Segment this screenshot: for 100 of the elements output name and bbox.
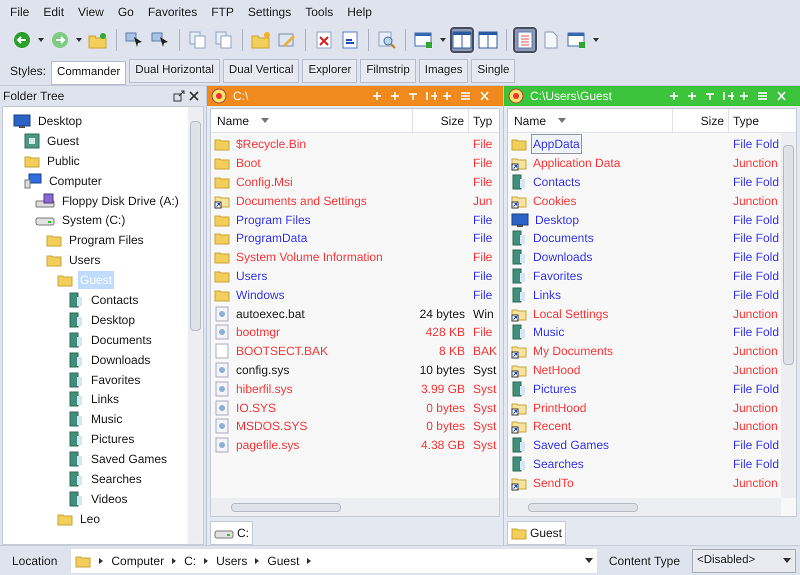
file-name[interactable]: Music [531,322,566,342]
tree-item[interactable]: Searches [89,470,144,488]
tree-item[interactable]: Favorites [89,370,142,389]
dual-pane-button[interactable] [450,27,474,53]
tree-item[interactable]: Contacts [89,290,140,309]
file-name[interactable]: Links [531,284,564,305]
tree-item[interactable]: Pictures [89,430,136,448]
file-type: File [472,174,494,191]
style-tab[interactable]: Explorer [302,59,358,83]
content-type-select[interactable]: <Disabled> [692,548,796,572]
menu-item[interactable]: Settings [248,3,292,21]
file-type: File Fold [732,286,780,304]
copy-icon [215,31,233,49]
file-type: Junction [732,192,779,210]
horizontal-scrollbar[interactable] [211,498,499,516]
window-icon [414,31,434,49]
menu-item[interactable]: Edit [43,3,64,21]
column-header[interactable]: Size [413,109,469,132]
tree-item[interactable]: Computer [47,172,104,190]
close-icon[interactable] [189,91,199,101]
tree-item[interactable]: Users [67,251,102,270]
tree-item[interactable]: Saved Games [89,450,170,468]
style-tab[interactable]: Filmstrip [360,59,416,83]
file-type: File Fold [732,268,780,285]
tree-item[interactable]: Guest [45,132,82,150]
vertical-scrollbar[interactable] [781,133,796,498]
tree-item[interactable]: Desktop [89,310,138,329]
column-header[interactable]: Name [508,112,558,130]
file-type: File Fold [732,174,780,191]
breadcrumb-arrow-icon[interactable] [172,558,176,564]
breadcrumb-arrow-icon[interactable] [307,558,312,564]
menu-item[interactable]: Favorites [148,3,198,21]
file-type: File [472,230,494,248]
breadcrumb[interactable]: C: [184,552,196,570]
tree-item[interactable]: Floppy Disk Drive (A:) [60,192,181,210]
style-tab[interactable]: Commander [51,61,126,85]
breadcrumb[interactable]: Computer [111,552,164,570]
file-size: 8 KB [438,343,466,360]
file-name[interactable]: Program Files [234,210,313,230]
column-header[interactable]: Type [729,112,781,130]
tree-item[interactable]: Downloads [89,350,152,369]
tree-item[interactable]: Videos [89,490,130,508]
pane-tab[interactable]: C: [210,521,253,545]
file-name[interactable]: Downloads [531,247,594,268]
file-name[interactable]: Windows [234,284,287,305]
tree-item[interactable]: Public [45,152,82,170]
breadcrumb-arrow-icon[interactable] [99,558,104,564]
monitor-icon [511,212,529,228]
tree-item[interactable]: Desktop [36,112,84,130]
tree-item[interactable]: Leo [78,510,102,528]
undock-icon[interactable] [173,90,185,102]
style-tab[interactable]: Single [471,59,516,83]
tree-item[interactable]: Program Files [67,231,146,250]
menu-item[interactable]: View [78,3,104,21]
style-tab[interactable]: Dual Vertical [222,59,300,83]
properties-icon [341,31,359,49]
settings-file-icon [214,380,230,397]
file-name[interactable]: AppData [531,134,582,154]
breadcrumb-arrow-icon[interactable] [204,558,208,564]
menu-item[interactable]: Go [118,3,134,21]
pane-tab[interactable]: Guest [507,521,566,545]
breadcrumb-arrow-icon[interactable] [255,558,260,564]
column-header[interactable]: Name [211,112,261,130]
content-type-label: Content Type [608,552,681,570]
dropdown-arrow-icon[interactable] [584,558,593,563]
file-name[interactable]: Pictures [531,378,578,399]
vertical-scrollbar[interactable] [188,107,203,544]
style-tab[interactable]: Images [418,59,468,83]
file-name[interactable]: config.sys [234,360,292,380]
file-type: Syst [472,437,498,454]
new-folder-icon [251,31,271,49]
menu-item[interactable]: Help [347,3,372,21]
horizontal-scrollbar[interactable] [508,498,781,516]
menu-item[interactable]: Tools [305,3,334,21]
file-name[interactable]: Searches [531,454,586,474]
tree-item[interactable]: Music [89,410,124,428]
settings-file-icon [214,437,230,454]
column-header[interactable]: Typ [469,112,499,130]
menu-item[interactable]: File [10,3,30,21]
tree-item[interactable]: Links [89,390,122,408]
file-name[interactable]: autoexec.bat [234,304,307,324]
special-folder-icon [68,352,84,368]
user-folder-icon [24,132,40,149]
column-header[interactable]: Size [673,109,729,132]
file-name[interactable]: Contacts [531,172,582,192]
menu-item[interactable]: FTP [211,3,234,21]
file-name[interactable]: Saved Games [531,435,612,456]
details-view-button[interactable] [513,27,537,53]
breadcrumb[interactable]: Guest [267,552,300,570]
breadcrumb[interactable]: Users [216,552,248,570]
file-name[interactable]: ProgramData [234,228,310,248]
file-name[interactable]: Desktop [533,210,582,230]
style-tab[interactable]: Dual Horizontal [129,59,220,83]
tree-item[interactable]: Documents [89,330,154,349]
file-name[interactable]: Favorites [531,266,584,286]
file-name[interactable]: Users [234,266,270,286]
file-name[interactable]: Documents [531,228,596,248]
location-field[interactable]: Computer C: Users Guest [71,548,597,572]
tree-item[interactable]: System (C:) [60,211,128,230]
special-folder-icon [511,437,527,454]
